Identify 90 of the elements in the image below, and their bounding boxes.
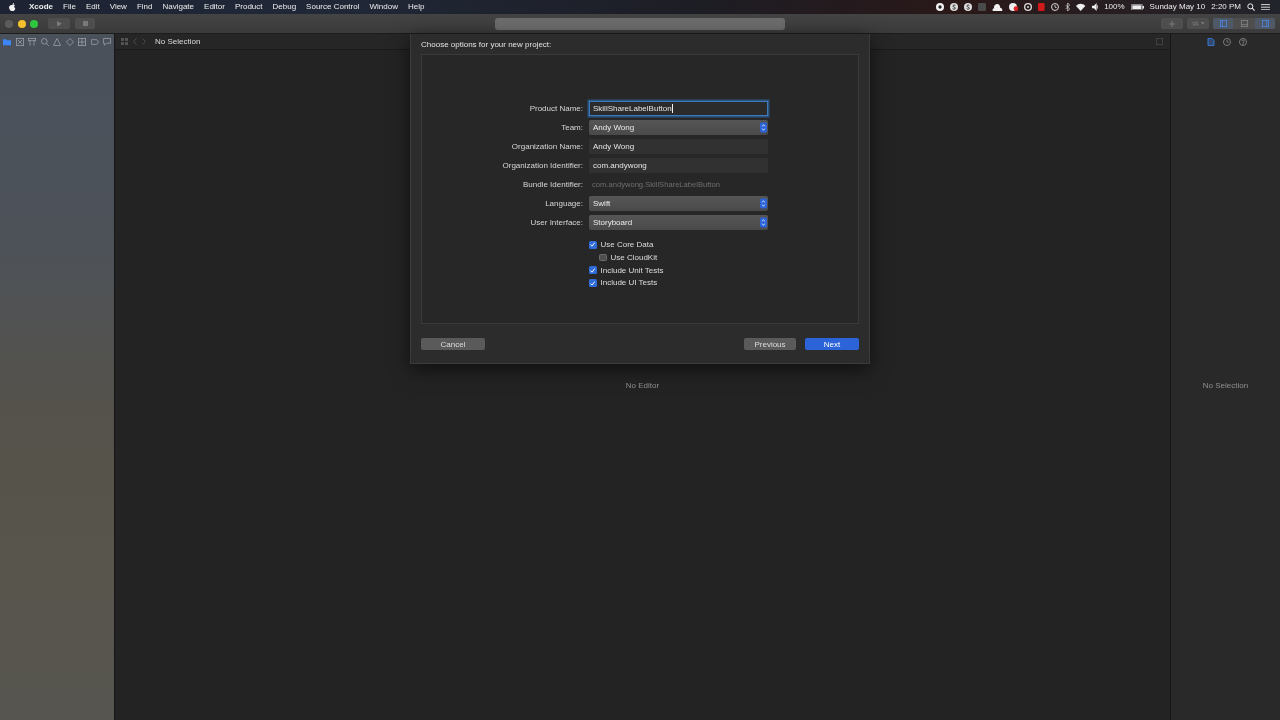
text-cursor-icon <box>672 104 674 113</box>
grid-icon[interactable] <box>121 38 128 45</box>
menu-item[interactable]: View <box>109 2 127 12</box>
stop-icon <box>82 21 88 26</box>
run-button[interactable] <box>48 18 70 29</box>
previous-button[interactable]: Previous <box>744 338 796 350</box>
grid-icon[interactable] <box>78 38 86 46</box>
chevron-left-icon[interactable] <box>133 38 137 45</box>
cloud-icon[interactable] <box>992 3 1004 11</box>
notification-badge-icon[interactable] <box>1009 3 1019 11</box>
menu-item[interactable]: Source Control <box>306 2 360 12</box>
text-field[interactable]: Andy Wong <box>589 139 768 154</box>
menu-item[interactable]: Find <box>136 2 153 12</box>
panel-toggle[interactable] <box>1213 18 1233 29</box>
text-field[interactable]: SkillShareLabelButton <box>589 101 768 116</box>
ring-icon[interactable] <box>1024 3 1033 11</box>
stepper-icon <box>759 217 767 228</box>
zoom-button-icon[interactable] <box>30 19 38 28</box>
checkmark-icon <box>590 267 596 273</box>
text-field[interactable]: com.andywong <box>589 158 768 173</box>
checkbox[interactable] <box>599 253 607 262</box>
plus-icon <box>1169 20 1175 27</box>
right-panel-icon <box>1261 20 1269 27</box>
cancel-button[interactable]: Cancel <box>421 338 485 350</box>
warning-icon[interactable] <box>53 38 61 46</box>
review-button[interactable] <box>1187 18 1209 29</box>
bluetooth-icon[interactable] <box>1064 3 1071 11</box>
battery-percentage: 100% <box>1104 2 1125 12</box>
book-icon[interactable] <box>1038 3 1045 11</box>
popup-button[interactable]: Andy Wong <box>589 120 768 135</box>
app-menu[interactable]: Xcode <box>29 2 53 12</box>
no-editor-message: No Editor <box>625 380 660 390</box>
menu-item[interactable]: Product <box>234 2 263 12</box>
field-label: Product Name: <box>528 104 583 113</box>
battery-icon[interactable] <box>1130 3 1144 11</box>
no-selection-message: No Selection <box>1202 380 1249 390</box>
field-label: Organization Name: <box>510 142 583 151</box>
field-label: Organization Identifier: <box>501 161 583 170</box>
speaker-icon[interactable] <box>1091 3 1099 11</box>
swirl-icon[interactable] <box>950 3 959 11</box>
sheet-title: Choose options for your new project: <box>421 38 553 51</box>
square-icon[interactable] <box>978 3 987 11</box>
field-label: Bundle Identifier: <box>521 180 583 189</box>
menu-item[interactable]: Edit <box>85 2 100 12</box>
play-icon <box>56 20 62 27</box>
speech-bubble-icon[interactable] <box>103 38 111 46</box>
menu-item[interactable]: Window <box>369 2 398 12</box>
square-x-icon[interactable] <box>15 38 24 46</box>
list-icon[interactable] <box>1261 3 1270 11</box>
next-button[interactable]: Next <box>805 338 859 350</box>
help-icon[interactable] <box>1239 38 1247 46</box>
menu-item[interactable]: Debug <box>272 2 297 12</box>
left-panel-icon <box>1219 20 1227 27</box>
field-label: Team: <box>560 123 583 132</box>
menu-bar-date[interactable]: Sunday May 10 <box>1149 2 1206 12</box>
hierarchy-icon[interactable] <box>28 38 36 46</box>
field-label: Language: <box>544 199 583 208</box>
checkbox-label: Include Unit Tests <box>600 265 664 275</box>
checkmark-icon <box>590 280 596 286</box>
bottom-panel-icon <box>1240 20 1248 27</box>
menu-item[interactable]: Help <box>407 2 425 12</box>
menu-item[interactable]: Editor <box>204 2 225 12</box>
swirl-icon[interactable] <box>964 3 973 11</box>
wifi-icon[interactable] <box>1076 3 1086 11</box>
apple-icon[interactable] <box>9 2 16 12</box>
tag-icon[interactable] <box>90 38 99 46</box>
checkbox-label: Include UI Tests <box>600 278 658 288</box>
jump-bar-label: No Selection <box>155 37 201 46</box>
folder-icon[interactable] <box>3 38 11 46</box>
checkbox-label: Use Core Data <box>600 240 654 250</box>
document-icon[interactable] <box>1207 38 1215 46</box>
panel-toggle[interactable] <box>1255 18 1275 29</box>
menu-bar-time[interactable]: 2:20 PM <box>1211 2 1241 12</box>
field-label: User Interface: <box>529 218 583 227</box>
square-icon[interactable] <box>1156 38 1163 45</box>
checkmark-icon <box>590 242 596 248</box>
menu-item[interactable]: File <box>63 2 76 12</box>
popup-button[interactable]: Storyboard <box>589 215 768 230</box>
stepper-icon <box>759 122 767 133</box>
stepper-icon <box>759 198 767 209</box>
checkbox-label: Use CloudKit <box>610 253 658 263</box>
minimize-button-icon[interactable] <box>17 19 26 28</box>
diamond-icon[interactable] <box>65 38 74 46</box>
close-button-icon[interactable] <box>5 19 13 28</box>
stop-button[interactable] <box>75 18 95 29</box>
record-icon[interactable] <box>936 3 945 11</box>
double-arrow-icon <box>1191 20 1199 27</box>
menu-item[interactable]: Navigate <box>162 2 195 12</box>
popup-button[interactable]: Swift <box>589 196 768 211</box>
chevron-right-icon[interactable] <box>142 38 146 45</box>
